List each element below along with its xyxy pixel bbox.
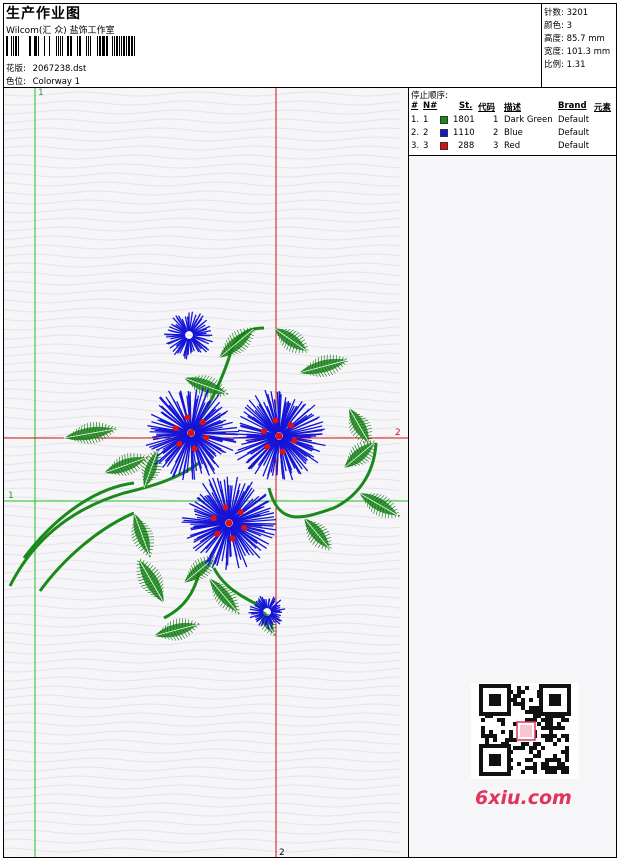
row-desc: Red (504, 141, 521, 151)
stat-width: 宽度: 101.3 mm (544, 47, 611, 57)
row-desc: Dark Green (504, 115, 553, 125)
row-desc: Blue (504, 128, 523, 138)
company-name: Wilcom(汇 众) 盐饰工作室 (6, 26, 115, 36)
guide-label-v1: 1 (38, 88, 44, 98)
row-n: 1 (423, 115, 429, 125)
stat-colors: 颜色: 3 (544, 21, 572, 31)
stat-stitches: 针数: 3201 (544, 8, 589, 18)
color-swatch (440, 142, 448, 150)
canvas-texture (4, 91, 401, 853)
stat-scale: 比例: 1.31 (544, 60, 586, 70)
color-swatch (440, 116, 448, 124)
colorway-value: Colorway 1 (32, 77, 81, 87)
col-header-st: St. (459, 101, 473, 111)
design-row: 花版: 2067238.dst (6, 62, 86, 74)
row-code: 2 (493, 128, 499, 138)
guide-label-h1: 1 (8, 491, 14, 501)
row-stitches: 1110 (453, 128, 475, 138)
row-n: 3 (423, 141, 429, 151)
col-header-num: # (411, 101, 419, 111)
watermark-logo: 6xiu.com (475, 787, 572, 809)
row-brand: Default (558, 115, 590, 125)
stat-height: 高度: 85.7 mm (544, 34, 605, 44)
row-num: 3. (411, 141, 420, 151)
guide-label-v2: 2 (279, 848, 285, 858)
design-label: 花版: (6, 64, 26, 74)
barcode (6, 36, 135, 56)
table-title: 停止顺序: (411, 91, 448, 101)
row-code: 3 (493, 141, 499, 151)
col-header-code: 代码 (478, 103, 496, 113)
colorway-label: 色位: (6, 77, 26, 87)
design-value: 2067238.dst (32, 64, 87, 74)
page-title: 生产作业图 (6, 6, 81, 22)
colorway-row: 色位: Colorway 1 (6, 75, 80, 87)
row-code: 1 (493, 115, 499, 125)
row-stitches: 288 (458, 141, 475, 151)
stop-sequence-table: 停止顺序: # N# St. 代码 描述 Brand 元素 1. 1 1801 … (409, 88, 616, 156)
col-header-element: 元素 (594, 103, 612, 113)
color-swatch (440, 129, 448, 137)
row-brand: Default (558, 128, 590, 138)
col-header-n: N# (423, 101, 438, 111)
col-header-desc: 描述 (504, 103, 522, 113)
guide-label-h2: 2 (395, 428, 401, 438)
row-num: 1. (411, 115, 420, 125)
embroidery-preview (4, 88, 408, 857)
qr-code (479, 684, 571, 776)
col-header-brand: Brand (558, 101, 587, 111)
row-brand: Default (558, 141, 590, 151)
row-num: 2. (411, 128, 420, 138)
design-canvas (4, 88, 409, 857)
qr-code-watermark (471, 683, 579, 779)
row-stitches: 1801 (453, 115, 475, 125)
row-n: 2 (423, 128, 429, 138)
stats-box: 针数: 3201 颜色: 3 高度: 85.7 mm 宽度: 101.3 mm … (541, 4, 616, 88)
